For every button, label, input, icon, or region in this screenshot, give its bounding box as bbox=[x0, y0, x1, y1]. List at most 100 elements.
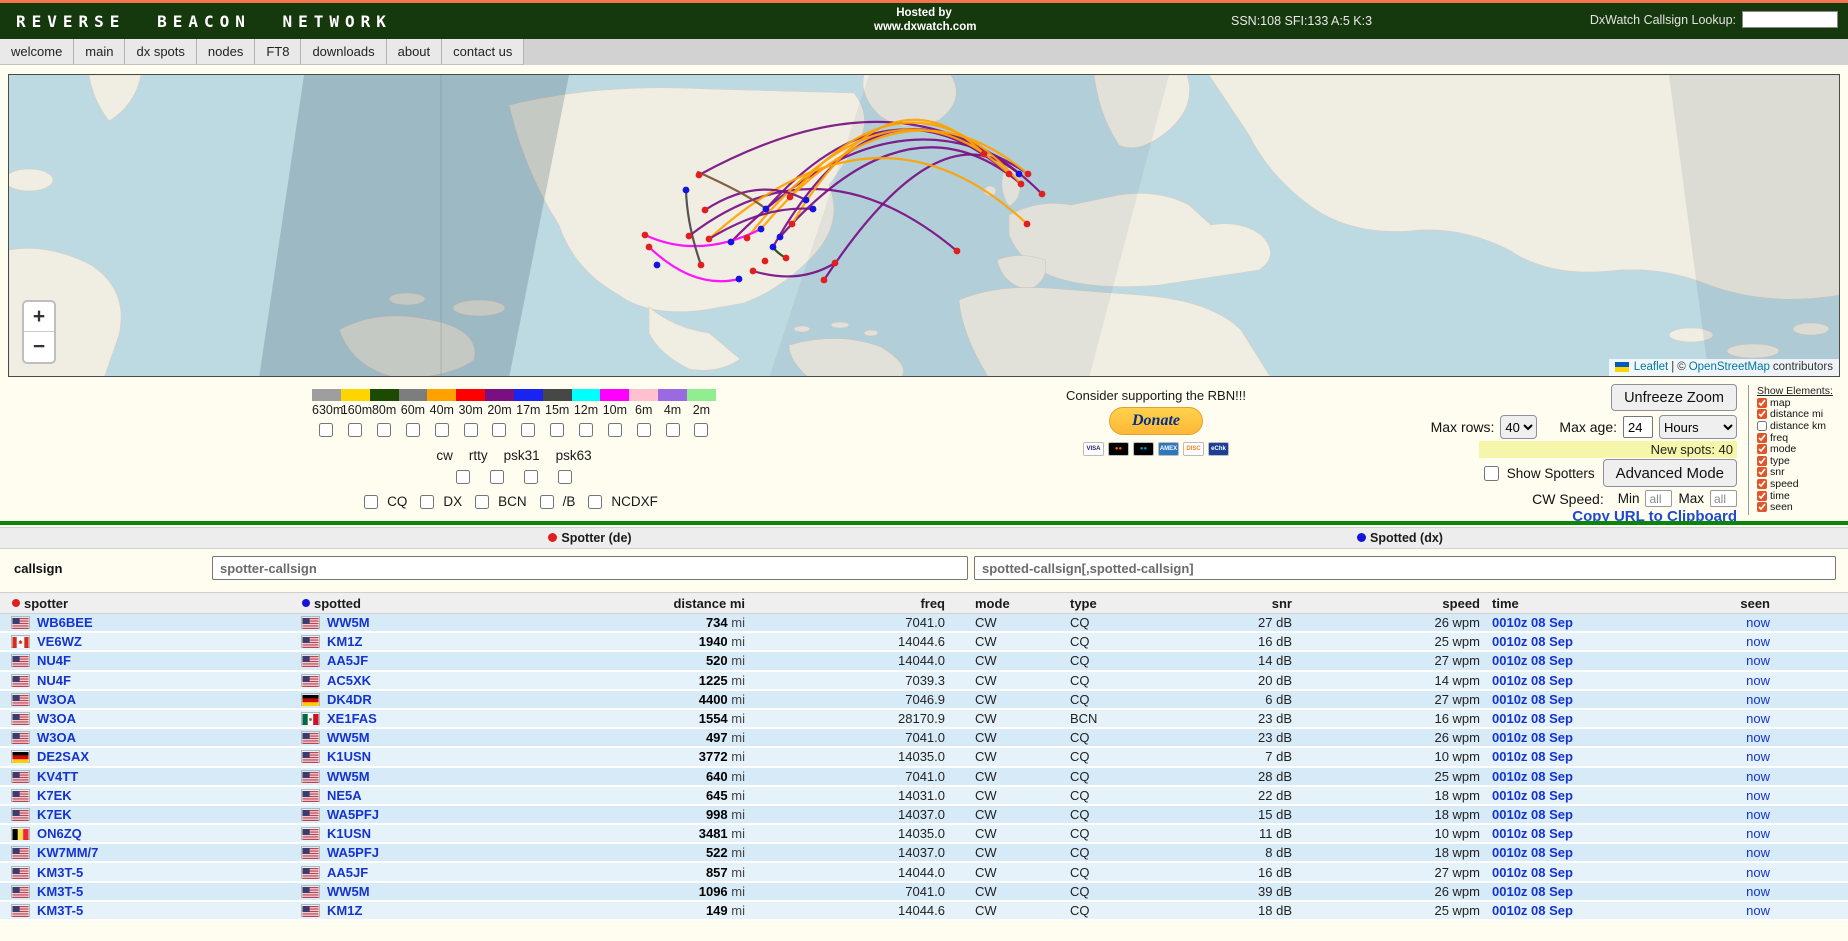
spotter-map-dot[interactable] bbox=[821, 277, 828, 284]
spotter-map-dot[interactable] bbox=[1006, 171, 1013, 178]
spotter-map-dot[interactable] bbox=[762, 258, 769, 265]
show-spotters-checkbox[interactable] bbox=[1484, 466, 1499, 481]
band-checkbox-20m[interactable] bbox=[492, 423, 506, 437]
spotted-callsign-link[interactable]: XE1FAS bbox=[327, 711, 377, 726]
spotter-callsign-link[interactable]: KM3T-5 bbox=[37, 903, 83, 918]
spotted-callsign-link[interactable]: K1USN bbox=[327, 826, 371, 841]
seen-link[interactable]: now bbox=[1746, 865, 1770, 880]
cw-max-input[interactable] bbox=[1710, 490, 1737, 507]
spotted-callsign-link[interactable]: AA5JF bbox=[327, 653, 368, 668]
show-element-checkbox-distance-km[interactable] bbox=[1757, 421, 1767, 431]
band-checkbox-6m[interactable] bbox=[637, 423, 651, 437]
seen-link[interactable]: now bbox=[1746, 692, 1770, 707]
time-link[interactable]: 0010z 08 Sep bbox=[1492, 711, 1573, 726]
show-element-checkbox-type[interactable] bbox=[1757, 456, 1767, 466]
spotter-map-dot[interactable] bbox=[744, 235, 751, 242]
time-link[interactable]: 0010z 08 Sep bbox=[1492, 730, 1573, 745]
seen-link[interactable]: now bbox=[1746, 749, 1770, 764]
time-link[interactable]: 0010z 08 Sep bbox=[1492, 634, 1573, 649]
band-checkbox-60m[interactable] bbox=[406, 423, 420, 437]
band-checkbox-4m[interactable] bbox=[666, 423, 680, 437]
max-age-input[interactable] bbox=[1623, 416, 1653, 438]
nav-item-FT8[interactable]: FT8 bbox=[255, 39, 301, 65]
band-checkbox-15m[interactable] bbox=[550, 423, 564, 437]
type-checkbox-DX[interactable] bbox=[420, 495, 434, 509]
seen-link[interactable]: now bbox=[1746, 845, 1770, 860]
band-checkbox-80m[interactable] bbox=[377, 423, 391, 437]
time-link[interactable]: 0010z 08 Sep bbox=[1492, 903, 1573, 918]
time-link[interactable]: 0010z 08 Sep bbox=[1492, 865, 1573, 880]
spotted-map-dot[interactable] bbox=[777, 234, 784, 241]
seen-link[interactable]: now bbox=[1746, 826, 1770, 841]
spotter-map-dot[interactable] bbox=[750, 268, 757, 275]
time-link[interactable]: 0010z 08 Sep bbox=[1492, 749, 1573, 764]
spotter-map-dot[interactable] bbox=[706, 236, 713, 243]
spotted-map-dot[interactable] bbox=[683, 187, 690, 194]
nav-item-downloads[interactable]: downloads bbox=[301, 39, 386, 65]
time-link[interactable]: 0010z 08 Sep bbox=[1492, 692, 1573, 707]
spotter-map-dot[interactable] bbox=[1025, 171, 1032, 178]
seen-link[interactable]: now bbox=[1746, 615, 1770, 630]
unfreeze-zoom-button[interactable]: Unfreeze Zoom bbox=[1611, 384, 1737, 411]
seen-link[interactable]: now bbox=[1746, 730, 1770, 745]
spotted-map-dot[interactable] bbox=[1016, 171, 1023, 178]
show-element-checkbox-freq[interactable] bbox=[1757, 433, 1767, 443]
time-link[interactable]: 0010z 08 Sep bbox=[1492, 769, 1573, 784]
spotter-map-dot[interactable] bbox=[1024, 221, 1031, 228]
spotter-callsign-link[interactable]: KM3T-5 bbox=[37, 865, 83, 880]
mode-checkbox-psk63[interactable] bbox=[558, 470, 572, 484]
spotter-callsign-link[interactable]: W3OA bbox=[37, 692, 76, 707]
show-element-checkbox-time[interactable] bbox=[1757, 491, 1767, 501]
spotted-callsign-link[interactable]: AA5JF bbox=[327, 865, 368, 880]
type-checkbox-CQ[interactable] bbox=[364, 495, 378, 509]
spotter-map-dot[interactable] bbox=[789, 221, 796, 228]
time-link[interactable]: 0010z 08 Sep bbox=[1492, 826, 1573, 841]
show-element-checkbox-seen[interactable] bbox=[1757, 502, 1767, 512]
spotted-map-dot[interactable] bbox=[810, 206, 817, 213]
band-checkbox-12m[interactable] bbox=[579, 423, 593, 437]
donate-button[interactable]: Donate bbox=[1109, 407, 1203, 435]
spotter-map-dot[interactable] bbox=[686, 233, 693, 240]
cw-min-input[interactable] bbox=[1645, 490, 1672, 507]
spotted-map-dot[interactable] bbox=[758, 226, 765, 233]
band-checkbox-17m[interactable] bbox=[521, 423, 535, 437]
spotted-map-dot[interactable] bbox=[728, 239, 735, 246]
band-checkbox-30m[interactable] bbox=[464, 423, 478, 437]
seen-link[interactable]: now bbox=[1746, 711, 1770, 726]
spotter-map-dot[interactable] bbox=[787, 194, 794, 201]
spotter-callsign-link[interactable]: KW7MM/7 bbox=[37, 845, 98, 860]
spotter-callsign-link[interactable]: DE2SAX bbox=[37, 749, 89, 764]
nav-item-main[interactable]: main bbox=[74, 39, 125, 65]
seen-link[interactable]: now bbox=[1746, 884, 1770, 899]
spotter-map-dot[interactable] bbox=[783, 255, 790, 262]
show-element-checkbox-map[interactable] bbox=[1757, 398, 1767, 408]
spotter-callsign-link[interactable]: KM3T-5 bbox=[37, 884, 83, 899]
nav-item-about[interactable]: about bbox=[387, 39, 443, 65]
spotter-map-dot[interactable] bbox=[646, 244, 653, 251]
nav-item-welcome[interactable]: welcome bbox=[0, 39, 74, 65]
spotted-callsign-input[interactable] bbox=[974, 556, 1836, 580]
zoom-out-button[interactable]: − bbox=[24, 332, 54, 362]
band-checkbox-2m[interactable] bbox=[694, 423, 708, 437]
spotted-callsign-link[interactable]: WW5M bbox=[327, 769, 370, 784]
time-link[interactable]: 0010z 08 Sep bbox=[1492, 884, 1573, 899]
spotted-map-dot[interactable] bbox=[763, 206, 770, 213]
time-link[interactable]: 0010z 08 Sep bbox=[1492, 788, 1573, 803]
spotter-callsign-link[interactable]: W3OA bbox=[37, 711, 76, 726]
spotter-map-dot[interactable] bbox=[832, 260, 839, 267]
spotter-callsign-link[interactable]: KV4TT bbox=[37, 769, 78, 784]
spotter-callsign-link[interactable]: ON6ZQ bbox=[37, 826, 82, 841]
seen-link[interactable]: now bbox=[1746, 634, 1770, 649]
time-link[interactable]: 0010z 08 Sep bbox=[1492, 673, 1573, 688]
hosted-line2[interactable]: www.dxwatch.com bbox=[874, 21, 974, 35]
max-age-unit-select[interactable]: Hours bbox=[1659, 415, 1737, 439]
show-element-checkbox-distance-mi[interactable] bbox=[1757, 409, 1767, 419]
type-checkbox-B[interactable] bbox=[540, 495, 554, 509]
spotted-map-dot[interactable] bbox=[736, 276, 743, 283]
spotter-map-dot[interactable] bbox=[954, 248, 961, 255]
spotted-map-dot[interactable] bbox=[803, 197, 810, 204]
spotter-callsign-link[interactable]: K7EK bbox=[37, 807, 72, 822]
spotter-map-dot[interactable] bbox=[642, 232, 649, 239]
callsign-lookup-input[interactable] bbox=[1742, 11, 1838, 28]
spotted-map-dot[interactable] bbox=[654, 262, 661, 269]
